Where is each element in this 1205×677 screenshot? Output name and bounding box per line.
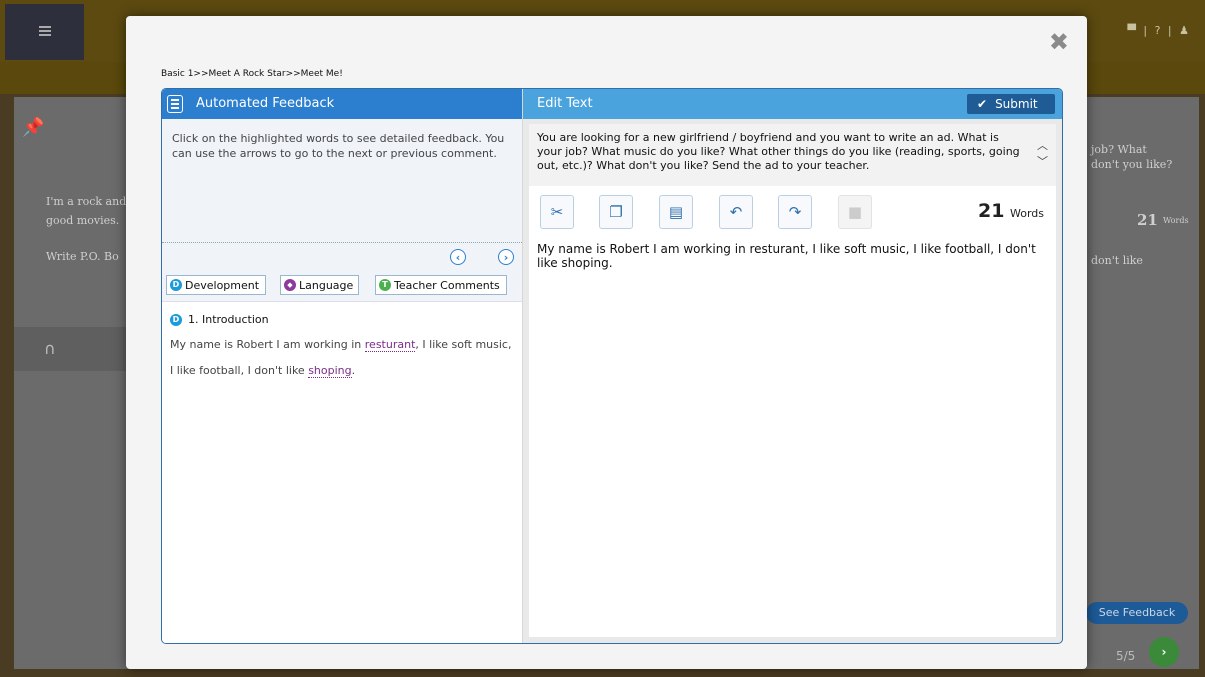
bg-text-right3: don't like [1091,254,1143,267]
undo-button[interactable]: ↶ [719,195,753,229]
feedback-tabs: D Development ◆ Language T Teacher Comme… [162,271,522,302]
tab-language[interactable]: ◆ Language [280,275,359,295]
close-icon[interactable]: ✖ [1049,28,1069,56]
bg-text-line3: Write P.O. Bo [46,250,119,263]
feedback-instructions: Click on the highlighted words to see de… [162,119,522,243]
task-prompt-text: You are looking for a new girlfriend / b… [537,131,1020,172]
feedback-heading-text: 1. Introduction [188,313,269,326]
save-button[interactable]: ■ [838,195,872,229]
redo-icon: ↷ [788,203,802,221]
automated-feedback-header: Automated Feedback [162,89,522,119]
editor-area: You are looking for a new girlfriend / b… [529,124,1056,637]
tab-label: Language [299,279,354,292]
feedback-text: My name is Robert I am working in restur… [170,332,514,384]
bg-audio-bar: ∩ [14,327,128,371]
hamburger-icon [39,26,51,28]
tab-label: Development [185,279,260,292]
prompt-scroll: ︿ ﹀ [1037,138,1048,170]
development-icon: D [170,314,182,326]
highlighted-word-shoping[interactable]: shoping [308,364,352,378]
feedback-modal: ✖ Basic 1>>Meet A Rock Star>>Meet Me! Au… [126,16,1087,669]
save-icon: ■ [847,203,863,221]
pager: 5/5 [1116,649,1136,663]
feedback-body: D 1. Introduction My name is Robert I am… [162,302,522,394]
see-feedback-button[interactable]: See Feedback [1086,602,1188,624]
editor-toolbar: ✂ ❐ ▤ ↶ ↷ ■ 21 Words [529,186,1056,232]
menu-button[interactable] [5,4,84,60]
development-icon: D [170,279,182,291]
bg-word-count-number: 21 [1137,211,1158,229]
tab-development[interactable]: D Development [166,275,266,295]
bg-text-line2: good movies. [46,214,120,227]
language-icon: ◆ [284,279,296,291]
edit-text-panel: Edit Text ✔ Submit You are looking for a … [523,89,1062,643]
tab-teacher-comments[interactable]: T Teacher Comments [375,275,507,295]
pin-icon: 📌 [22,117,45,138]
redo-button[interactable]: ↷ [778,195,812,229]
chevron-up-icon[interactable]: ︿ [1037,138,1048,154]
word-count-unit: Words [1009,207,1044,220]
panel-title: Automated Feedback [196,96,335,111]
undo-icon: ↶ [729,203,743,221]
next-page-button[interactable]: › [1149,637,1179,667]
word-count: 21 Words [978,200,1044,222]
bg-text-right2: don't you like? [1091,158,1173,171]
bg-text-right1: job? What [1091,143,1147,156]
headphones-icon[interactable]: ∩ [44,339,56,358]
copy-icon: ❐ [609,203,623,221]
edit-text-header: Edit Text ✔ Submit [523,89,1062,119]
bg-text-line1: I'm a rock and [46,195,127,208]
top-right-icons[interactable]: ▀ | ? | ♟ [1127,24,1191,37]
paste-button[interactable]: ▤ [659,195,693,229]
feedback-text-part: . [351,364,356,377]
check-icon: ✔ [977,97,988,111]
chevron-down-icon[interactable]: ﹀ [1037,154,1048,170]
feedback-text-part: My name is Robert I am working in [170,338,365,351]
essay-text-editor[interactable]: My name is Robert I am working in restur… [529,232,1056,270]
breadcrumb: Basic 1>>Meet A Rock Star>>Meet Me! [161,69,343,79]
copy-button[interactable]: ❐ [599,195,633,229]
document-icon [167,95,183,113]
modal-frame: Automated Feedback Click on the highligh… [161,88,1063,644]
submit-button[interactable]: ✔ Submit [967,94,1055,114]
teacher-comments-icon: T [379,279,391,291]
feedback-heading: D 1. Introduction [170,312,514,328]
comment-nav: ‹ › [162,243,522,271]
previous-comment-icon[interactable]: ‹ [450,249,466,265]
automated-feedback-panel: Automated Feedback Click on the highligh… [162,89,523,643]
paste-icon: ▤ [668,203,684,221]
cut-button[interactable]: ✂ [540,195,574,229]
next-comment-icon[interactable]: › [498,249,514,265]
bg-word-count-unit: Words [1163,216,1189,225]
cut-icon: ✂ [550,203,564,221]
task-prompt: You are looking for a new girlfriend / b… [529,124,1056,186]
highlighted-word-resturant[interactable]: resturant [364,338,416,352]
word-count-number: 21 [978,200,1005,222]
tab-label: Teacher Comments [394,279,500,292]
submit-label: Submit [995,97,1038,111]
panel-title: Edit Text [537,96,593,111]
